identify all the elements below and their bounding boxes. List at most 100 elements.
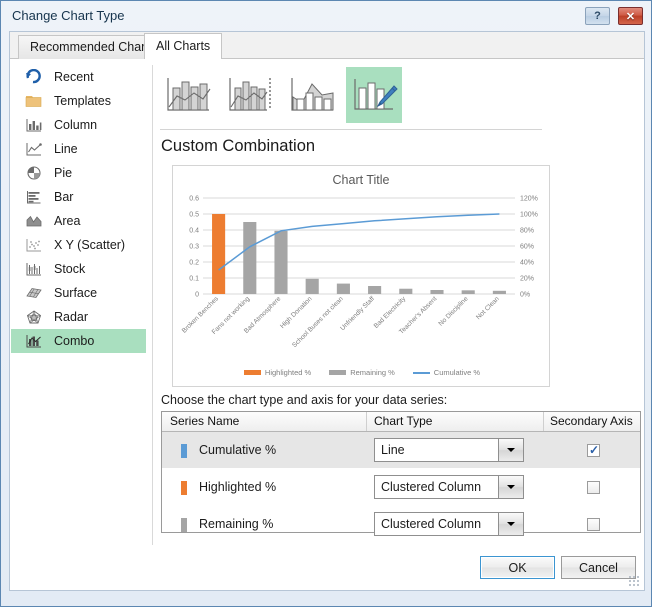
column-header-chart-type: Chart Type — [374, 414, 433, 428]
tab-all-charts[interactable]: All Charts — [144, 33, 223, 59]
sidebar-item-label: Bar — [54, 190, 74, 204]
chart-type-dropdown[interactable]: Clustered Column — [374, 512, 524, 536]
chart-type-value: Clustered Column — [381, 480, 482, 494]
thumbnail-clustered-column-line[interactable] — [160, 67, 216, 123]
svg-text:0.5: 0.5 — [189, 212, 199, 219]
chevron-down-icon[interactable] — [498, 513, 523, 535]
sidebar-item-stock[interactable]: Stock — [11, 257, 146, 281]
bar-icon — [27, 191, 41, 204]
chart-type-list: Recent Templates Column Line Pie Bar Are… — [11, 65, 146, 545]
chart-type-dropdown[interactable]: Clustered Column — [374, 475, 524, 499]
check-icon: ✓ — [589, 443, 600, 457]
sidebar-item-label: Recent — [54, 70, 94, 84]
sidebar-item-label: Line — [54, 142, 78, 156]
sidebar-item-line[interactable]: Line — [11, 137, 146, 161]
secondary-axis-checkbox[interactable] — [587, 481, 600, 494]
svg-text:Unfriendly Staff: Unfriendly Staff — [339, 295, 376, 332]
stacked-area-clustered-column-icon — [291, 78, 334, 111]
radar-icon — [26, 310, 42, 324]
svg-text:20%: 20% — [520, 276, 534, 283]
header-divider — [366, 412, 367, 431]
series-name: Remaining % — [199, 517, 274, 531]
legend-label: Cumulative % — [433, 368, 481, 377]
sidebar-item-label: Stock — [54, 262, 86, 276]
dialog-client-area: Recommended Charts All Charts Recent Tem… — [9, 31, 645, 591]
combo-icon — [26, 335, 41, 348]
line-icon — [26, 143, 42, 156]
help-button[interactable]: ? — [585, 7, 610, 25]
sidebar-item-scatter[interactable]: X Y (Scatter) — [11, 233, 146, 257]
secondary-axis-checkbox[interactable] — [587, 518, 600, 531]
sidebar-item-templates[interactable]: Templates — [11, 89, 146, 113]
svg-text:40%: 40% — [520, 260, 534, 267]
sidebar-item-label: X Y (Scatter) — [54, 238, 126, 252]
gallery-divider — [160, 129, 542, 130]
legend-swatch-remaining — [329, 370, 347, 375]
sidebar-item-pie[interactable]: Pie — [11, 161, 146, 185]
ok-button[interactable]: OK — [480, 556, 555, 579]
table-row[interactable]: Remaining % Clustered Column — [162, 506, 640, 543]
recent-icon — [26, 69, 41, 84]
sidebar-item-area[interactable]: Area — [11, 209, 146, 233]
svg-text:100%: 100% — [520, 212, 538, 219]
close-button[interactable]: ✕ — [618, 7, 643, 25]
vertical-divider — [152, 65, 153, 545]
series-color-swatch — [181, 481, 187, 495]
svg-text:Bad Electricity: Bad Electricity — [373, 295, 408, 330]
legend-label: Remaining % — [350, 368, 395, 377]
series-color-swatch — [181, 518, 187, 532]
chart-plot-area: 0.6 120% 0.5 100% 0.4 80% 0.3 60% 0.2 40% 0.1 20% 0 0… — [173, 192, 549, 386]
chevron-down-icon[interactable] — [498, 439, 523, 461]
sidebar-item-recent[interactable]: Recent — [11, 65, 146, 89]
series-name: Cumulative % — [199, 443, 277, 457]
scatter-icon — [26, 239, 41, 252]
sidebar-item-combo[interactable]: Combo — [11, 329, 146, 353]
sidebar-item-radar[interactable]: Radar — [11, 305, 146, 329]
svg-text:School Buses not clean: School Buses not clean — [291, 295, 345, 349]
sidebar-item-label: Radar — [54, 310, 89, 324]
chart-type-dropdown[interactable]: Line — [374, 438, 524, 462]
chart-preview: Chart Title 0.6 120% 0.5 100% 0.4 80% 0.3 60% 0.… — [172, 165, 550, 387]
sidebar-item-column[interactable]: Column — [11, 113, 146, 137]
window-title: Change Chart Type — [12, 8, 125, 23]
thumbnail-stacked-area-clustered-column[interactable] — [284, 67, 340, 123]
series-table-header: Series Name Chart Type Secondary Axis — [162, 412, 640, 432]
sidebar-item-surface[interactable]: Surface — [11, 281, 146, 305]
secondary-axis-checkbox[interactable]: ✓ — [587, 444, 600, 457]
column-icon — [26, 119, 42, 132]
table-row[interactable]: Cumulative % Line ✓ — [162, 432, 640, 469]
svg-text:Not Clean: Not Clean — [475, 295, 501, 321]
svg-text:120%: 120% — [520, 196, 538, 203]
legend-item-highlighted: Highlighted % — [243, 368, 312, 377]
resize-grip[interactable] — [628, 575, 640, 587]
chevron-down-icon[interactable] — [498, 476, 523, 498]
svg-text:60%: 60% — [520, 244, 534, 251]
chart-legend: Highlighted % Remaining % Cumulative % — [173, 368, 549, 377]
svg-text:80%: 80% — [520, 228, 534, 235]
legend-item-remaining: Remaining % — [329, 368, 395, 377]
tab-strip: Recommended Charts All Charts — [10, 32, 644, 59]
column-header-series-name: Series Name — [170, 414, 240, 428]
combo-subtype-gallery — [160, 65, 642, 125]
cancel-button[interactable]: Cancel — [561, 556, 636, 579]
legend-swatch-cumulative — [412, 371, 430, 374]
clustered-column-line-secondary-axis-icon — [229, 78, 271, 111]
svg-text:No Discipline: No Discipline — [437, 295, 469, 327]
svg-text:0.2: 0.2 — [189, 260, 199, 267]
table-row[interactable]: Highlighted % Clustered Column — [162, 469, 640, 506]
svg-text:0.6: 0.6 — [189, 196, 199, 203]
pie-icon — [27, 166, 41, 180]
title-bar: Change Chart Type ? ✕ — [1, 1, 651, 31]
svg-text:0.4: 0.4 — [189, 228, 199, 235]
section-title: Custom Combination — [161, 137, 316, 155]
svg-text:0%: 0% — [520, 292, 530, 299]
surface-icon — [26, 288, 42, 298]
chart-title: Chart Title — [332, 173, 390, 187]
sidebar-item-label: Pie — [54, 166, 73, 180]
legend-label: Highlighted % — [264, 368, 312, 377]
sidebar-item-bar[interactable]: Bar — [11, 185, 146, 209]
thumbnail-custom-combination[interactable] — [346, 67, 402, 123]
thumbnail-clustered-column-line-secondary-axis[interactable] — [222, 67, 278, 123]
chart-svg: 0.6 120% 0.5 100% 0.4 80% 0.3 60% 0.2 40% 0.1 20% 0 0… — [181, 196, 538, 350]
stock-icon — [26, 263, 41, 276]
